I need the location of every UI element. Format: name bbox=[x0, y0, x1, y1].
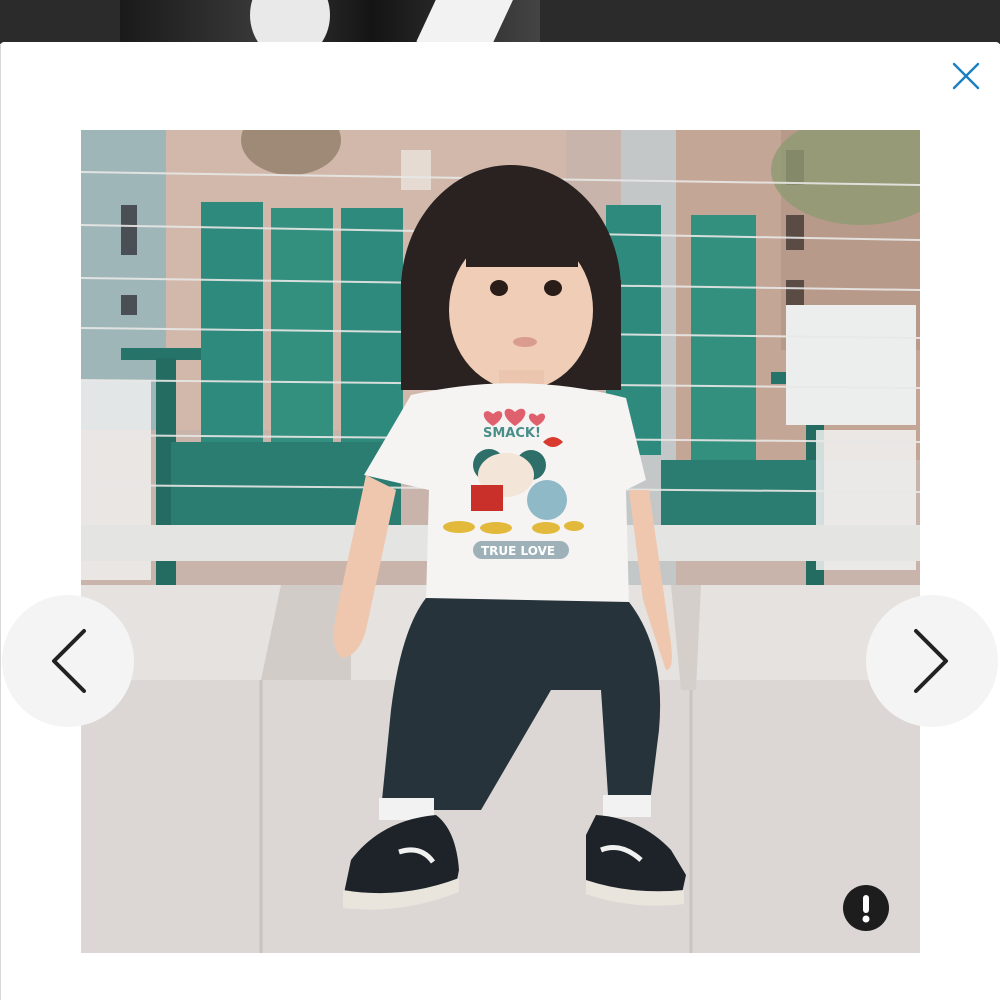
close-button[interactable] bbox=[948, 58, 984, 94]
lightbox-page: SMACK! TRUE LOVE bbox=[0, 0, 1000, 1000]
next-image-button[interactable] bbox=[866, 595, 998, 727]
report-image-button[interactable] bbox=[843, 885, 889, 931]
shirt-top-text: SMACK! bbox=[483, 426, 541, 441]
close-icon bbox=[952, 62, 980, 90]
background-page-strip bbox=[0, 0, 1000, 44]
listing-photo: SMACK! TRUE LOVE bbox=[81, 130, 920, 953]
chevron-left-icon bbox=[52, 629, 86, 693]
shirt-bottom-text: TRUE LOVE bbox=[481, 544, 555, 558]
chevron-right-icon bbox=[914, 629, 948, 693]
exclamation-icon bbox=[862, 895, 870, 923]
photo-illustration: SMACK! TRUE LOVE bbox=[81, 130, 920, 953]
previous-image-button[interactable] bbox=[2, 595, 134, 727]
